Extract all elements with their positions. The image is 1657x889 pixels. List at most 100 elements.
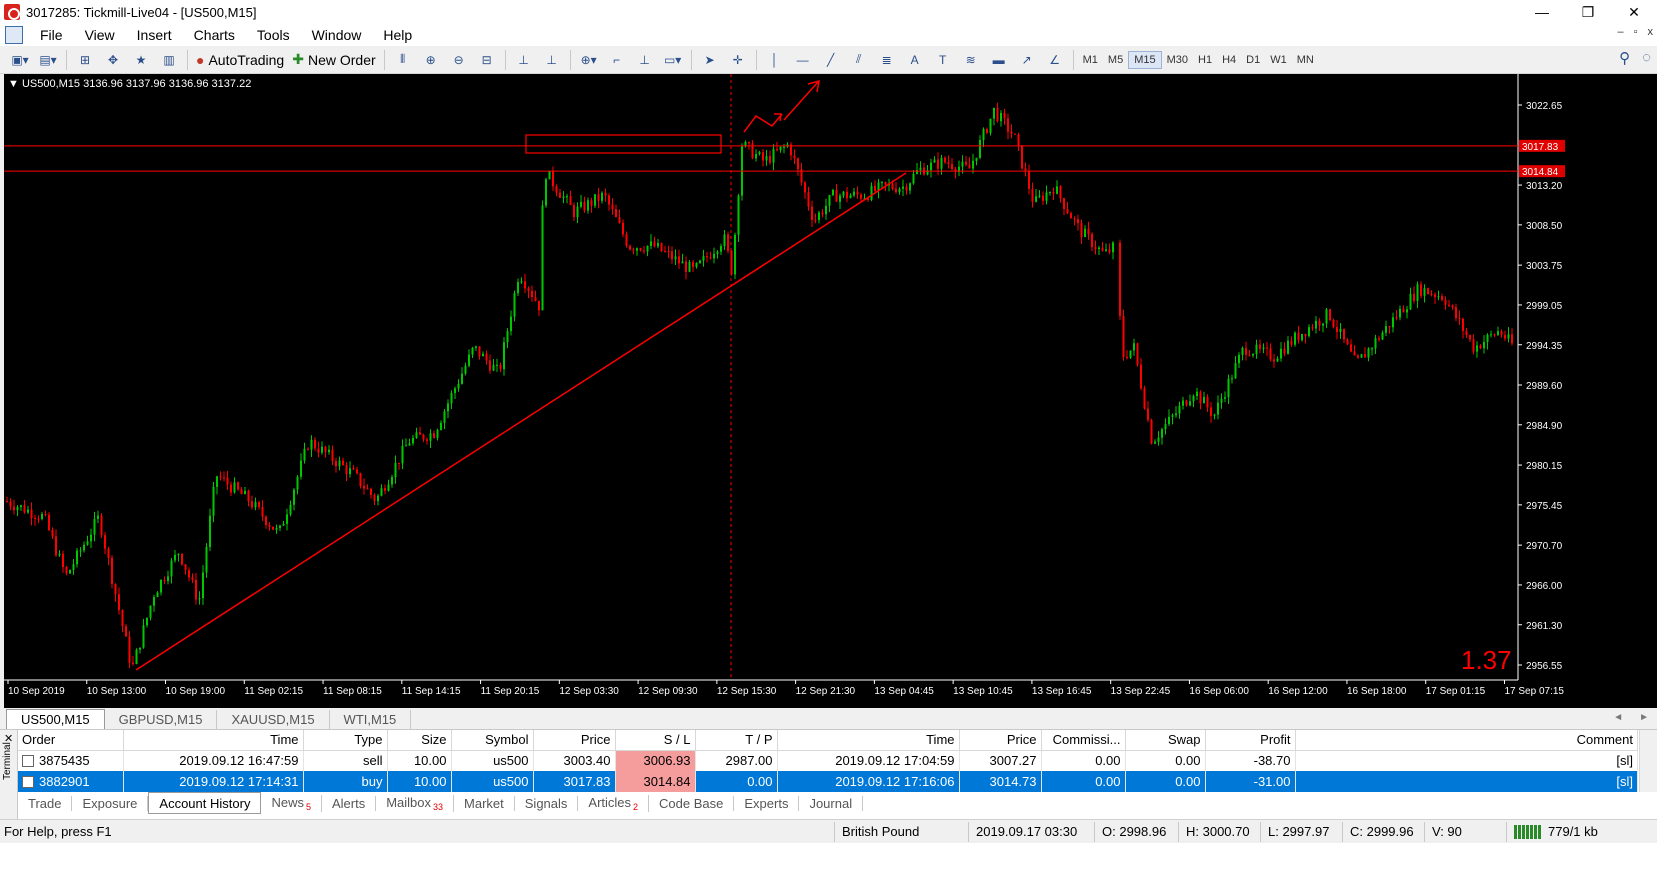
tab-signals[interactable]: Signals xyxy=(515,795,579,811)
terminal-scrollbar[interactable] xyxy=(1639,730,1657,792)
new-order-button[interactable]: ✚ New Order xyxy=(288,51,379,68)
timeframe-d1[interactable]: D1 xyxy=(1241,52,1265,68)
menu-help[interactable]: Help xyxy=(372,27,423,43)
data-window-icon[interactable]: ✥ xyxy=(101,49,125,71)
indicators-icon[interactable]: ⊕▾ xyxy=(577,49,601,71)
col-commission[interactable]: Commissi... xyxy=(1041,730,1126,751)
period-icon[interactable]: ⌐ xyxy=(605,49,629,71)
candle-body xyxy=(1364,354,1366,358)
col-size[interactable]: Size xyxy=(387,730,452,751)
menu-window[interactable]: Window xyxy=(301,27,373,43)
chart-tab-wti[interactable]: WTI,M15 xyxy=(330,710,412,729)
gann-icon[interactable]: ∠ xyxy=(1043,49,1067,71)
minimize-button[interactable]: — xyxy=(1519,0,1565,24)
col-price[interactable]: Price xyxy=(533,730,616,751)
scroll-left-icon[interactable]: ◄ xyxy=(1613,712,1623,723)
tab-trade[interactable]: Trade xyxy=(18,795,73,811)
col-swap[interactable]: Swap xyxy=(1125,730,1206,751)
col-profit[interactable]: Profit xyxy=(1205,730,1296,751)
chart-shift-icon[interactable]: ⊥ xyxy=(512,49,536,71)
candle-body xyxy=(422,434,425,440)
fibo-fan-icon[interactable]: ≋ xyxy=(959,49,983,71)
timeframe-m30[interactable]: M30 xyxy=(1162,52,1193,68)
horizontal-line-icon[interactable]: — xyxy=(791,49,815,71)
vertical-line-icon[interactable]: │ xyxy=(763,49,787,71)
rectangle-icon[interactable]: ▬ xyxy=(987,49,1011,71)
text-icon[interactable]: A xyxy=(903,49,927,71)
navigator-icon[interactable]: ★ xyxy=(129,49,153,71)
timeframe-m15[interactable]: M15 xyxy=(1128,50,1162,69)
autoscroll-icon[interactable]: ⊥ xyxy=(540,49,564,71)
timeframe-mn[interactable]: MN xyxy=(1292,52,1319,68)
table-row[interactable]: 3875435 2019.09.12 16:47:59 sell 10.00 u… xyxy=(18,750,1638,771)
candle-body xyxy=(552,170,554,187)
menu-file[interactable]: File xyxy=(29,27,74,43)
tile-windows-icon[interactable]: ⊟ xyxy=(475,49,499,71)
autotrading-button[interactable]: ● AutoTrading xyxy=(192,52,288,68)
arrows-icon[interactable]: ↗ xyxy=(1015,49,1039,71)
candle-body xyxy=(713,253,715,259)
scroll-right-icon[interactable]: ► xyxy=(1639,712,1649,723)
chat-icon[interactable]: ◌ xyxy=(1642,49,1651,67)
tab-account-history[interactable]: Account History xyxy=(148,792,262,814)
bar-chart-icon[interactable]: ⫴ xyxy=(391,49,415,71)
col-close-time[interactable]: Time xyxy=(777,730,960,751)
tab-journal[interactable]: Journal xyxy=(799,795,864,811)
price-chart[interactable]: 3022.65 3013.20 3008.50 3003.75 2999.05 2994.… xyxy=(4,74,1657,708)
col-time[interactable]: Time xyxy=(123,730,304,751)
tp-cell: 2987.00 xyxy=(695,750,778,771)
text-label-icon[interactable]: T xyxy=(931,49,955,71)
restore-button[interactable]: ❐ xyxy=(1565,0,1611,24)
tab-code-base[interactable]: Code Base xyxy=(649,795,735,811)
menu-tools[interactable]: Tools xyxy=(246,27,301,43)
col-order[interactable]: Order xyxy=(18,730,124,751)
trendline-icon[interactable]: ╱ xyxy=(819,49,843,71)
chart-tab-us500[interactable]: US500,M15 xyxy=(6,709,105,729)
menu-insert[interactable]: Insert xyxy=(126,27,183,43)
timeframe-w1[interactable]: W1 xyxy=(1265,52,1292,68)
timeframe-m5[interactable]: M5 xyxy=(1103,52,1128,68)
col-tp[interactable]: T / P xyxy=(695,730,778,751)
candle-body xyxy=(1161,429,1163,438)
col-sl[interactable]: S / L xyxy=(615,730,696,751)
cursor-icon[interactable]: ➤ xyxy=(698,49,722,71)
chart-tab-xauusd[interactable]: XAUUSD,M15 xyxy=(217,710,330,729)
tab-market[interactable]: Market xyxy=(454,795,515,811)
col-comment[interactable]: Comment xyxy=(1295,730,1638,751)
zoom-out-icon[interactable]: ⊖ xyxy=(447,49,471,71)
mdi-restore-button[interactable]: ▫ xyxy=(1634,26,1638,38)
search-icon[interactable]: ⚲ xyxy=(1619,49,1630,67)
crosshair-icon[interactable]: ✛ xyxy=(726,49,750,71)
templates-icon[interactable]: ⊥ xyxy=(633,49,657,71)
zoom-in-icon[interactable]: ⊕ xyxy=(419,49,443,71)
chart-window-icon[interactable] xyxy=(5,26,23,44)
chart-templates-icon[interactable]: ▭▾ xyxy=(661,49,685,71)
equidistant-channel-icon[interactable]: ⫽ xyxy=(847,49,871,71)
tab-news[interactable]: News 5 xyxy=(261,794,322,812)
menu-charts[interactable]: Charts xyxy=(183,27,246,43)
tab-alerts[interactable]: Alerts xyxy=(322,795,377,811)
col-type[interactable]: Type xyxy=(303,730,388,751)
timeframe-h1[interactable]: H1 xyxy=(1193,52,1217,68)
close-button[interactable]: ✕ xyxy=(1611,0,1657,24)
col-close-price[interactable]: Price xyxy=(959,730,1042,751)
chart-tab-gbpusd[interactable]: GBPUSD,M15 xyxy=(105,710,218,729)
profiles-icon[interactable]: ▤▾ xyxy=(36,49,60,71)
table-row-selected[interactable]: 3882901 2019.09.12 17:14:31 buy 10.00 us… xyxy=(18,771,1638,792)
new-chart-icon[interactable]: ▣▾ xyxy=(8,49,32,71)
fibonacci-icon[interactable]: ≣ xyxy=(875,49,899,71)
status-profile[interactable]: British Pound xyxy=(842,824,919,839)
col-symbol[interactable]: Symbol xyxy=(451,730,534,751)
chart-canvas[interactable]: 3022.65 3013.20 3008.50 3003.75 2999.05 2994.… xyxy=(4,74,1657,708)
timeframe-h4[interactable]: H4 xyxy=(1217,52,1241,68)
terminal-icon[interactable]: ▥ xyxy=(157,49,181,71)
menu-view[interactable]: View xyxy=(74,27,126,43)
mdi-minimize-button[interactable]: – xyxy=(1617,26,1623,38)
tab-experts[interactable]: Experts xyxy=(734,795,800,811)
mdi-close-button[interactable]: x xyxy=(1648,26,1654,38)
timeframe-m1[interactable]: M1 xyxy=(1078,52,1103,68)
tab-mailbox[interactable]: Mailbox 33 xyxy=(376,794,455,812)
tab-exposure[interactable]: Exposure xyxy=(72,795,149,811)
market-watch-icon[interactable]: ⊞ xyxy=(73,49,97,71)
tab-articles[interactable]: Articles 2 xyxy=(578,794,650,812)
